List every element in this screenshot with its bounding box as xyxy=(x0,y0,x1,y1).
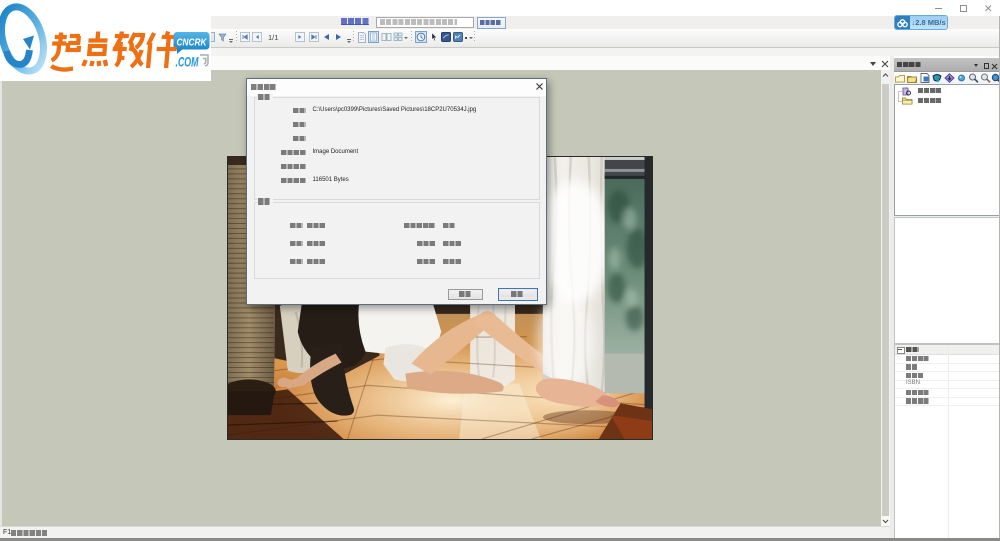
svg-text:CNCRK: CNCRK xyxy=(177,37,208,49)
svg-text:.COM: .COM xyxy=(176,55,199,70)
